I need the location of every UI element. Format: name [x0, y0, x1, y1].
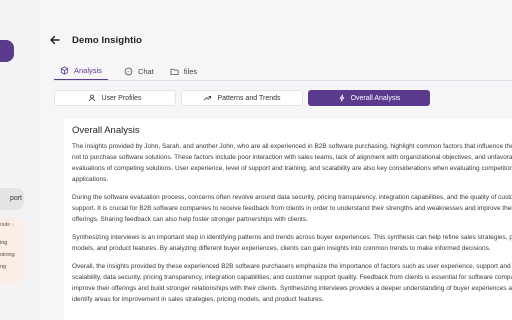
back-arrow-icon[interactable] [50, 34, 60, 48]
tab-label: Chat [137, 66, 154, 76]
tab-files[interactable]: files [170, 62, 197, 80]
bolt-icon [339, 94, 344, 102]
sidebar-primary-button[interactable] [0, 40, 14, 62]
main-panel: Demo Insightio Analysis Chat files User … [40, 0, 512, 320]
tab-analysis[interactable]: Analysis [54, 62, 108, 80]
sidebar-card-line: ing [0, 240, 8, 246]
chat-icon [124, 67, 133, 75]
sidebar-item-support[interactable]: port [0, 188, 24, 210]
subtab-label: Patterns and Trends [217, 94, 281, 102]
subtab-overall-analysis[interactable]: Overall Analysis [308, 90, 430, 106]
tab-divider [54, 80, 512, 81]
subtab-bar: User Profiles Patterns and Trends Overal… [54, 90, 435, 106]
subtab-patterns-trends[interactable]: Patterns and Trends [181, 90, 303, 106]
cube-icon [60, 66, 69, 75]
folder-icon [170, 68, 179, 75]
tab-chat[interactable]: Chat [124, 62, 154, 80]
subtab-label: Overall Analysis [350, 94, 401, 102]
tab-label: Analysis [74, 66, 102, 75]
user-icon [89, 94, 96, 102]
sidebar-card-line: ng [0, 264, 7, 270]
page-title: Demo Insightio [72, 35, 143, 46]
subtab-user-profiles[interactable]: User Profiles [54, 90, 176, 106]
sidebar-card-line: oining [0, 252, 15, 258]
content-heading: Overall Analysis [72, 125, 140, 136]
content-paragraph: Overall, the insights provided by these … [72, 263, 512, 303]
content-paragraph: During the software evaluation process, … [72, 194, 512, 223]
content-paragraph: Synthesizing interviews is an important … [72, 234, 512, 252]
sidebar-upgrade-card[interactable]: rade › ing oining ng [0, 218, 24, 284]
analysis-content-card: Overall Analysis The insights provided b… [64, 119, 512, 320]
tab-label: files [183, 66, 198, 76]
trend-icon [204, 96, 212, 101]
chevron-right-icon: › [12, 222, 14, 228]
sidebar-card-title: rade › [0, 222, 14, 228]
content-paragraph: The insights provided by John, Sarah, an… [72, 143, 512, 183]
tab-bar: Analysis Chat files [54, 62, 213, 80]
subtab-label: User Profiles [101, 94, 142, 102]
sidebar: port rade › ing oining ng [0, 0, 32, 320]
